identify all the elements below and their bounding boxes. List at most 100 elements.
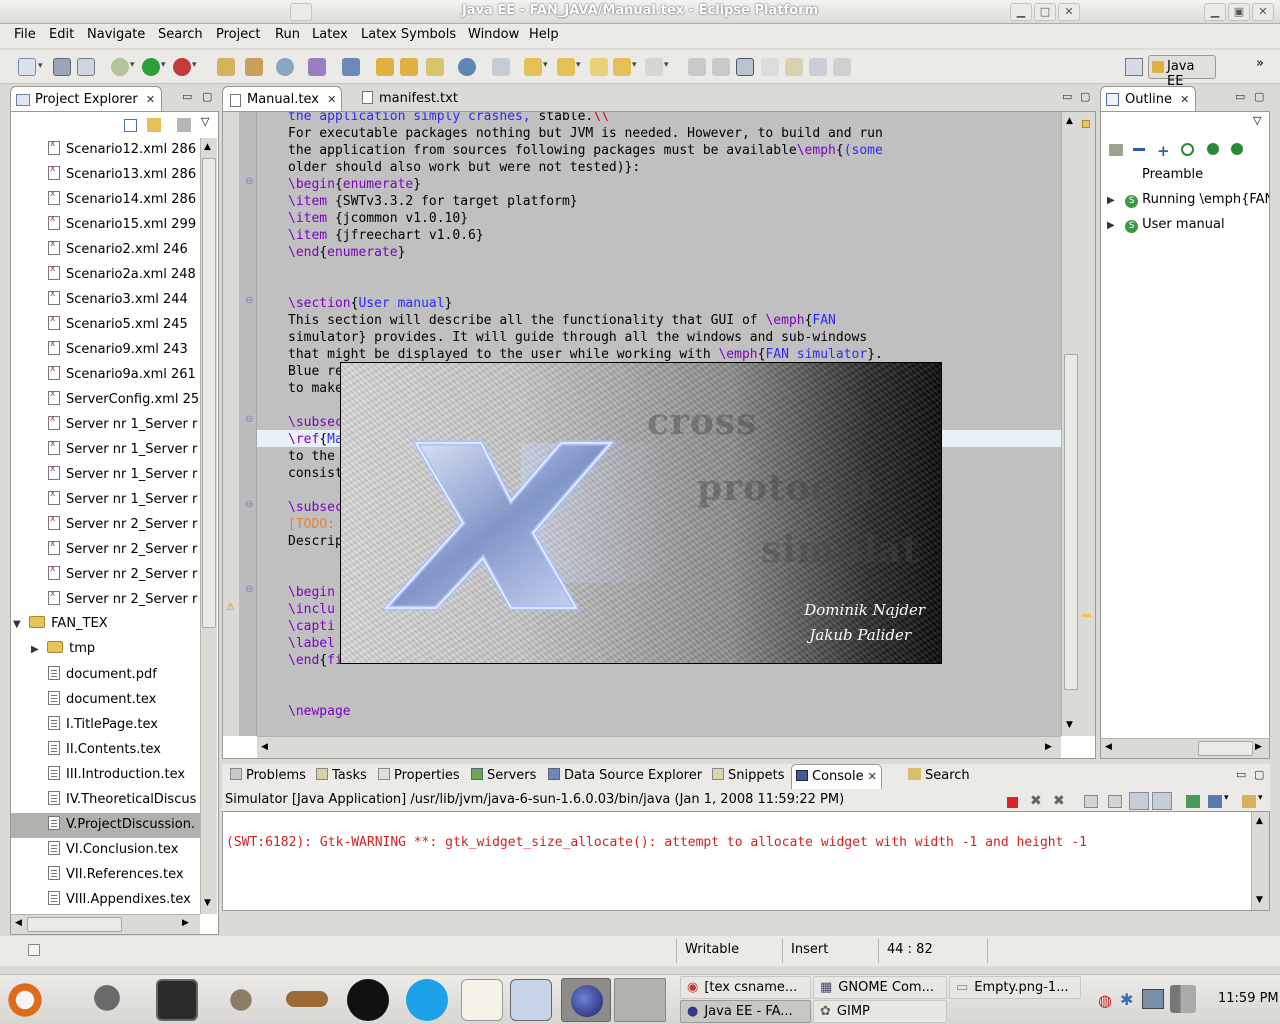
search-icon[interactable] — [492, 58, 510, 76]
scroll-up-icon[interactable]: ▲ — [1066, 116, 1073, 126]
code-line[interactable]: This section will describe all the funct… — [288, 313, 836, 330]
code-line[interactable]: \item {jcommon v1.0.10} — [288, 211, 468, 228]
eclipse-launcher[interactable] — [561, 978, 611, 1022]
code-line[interactable]: Descrip — [288, 534, 343, 551]
open-project-icon[interactable] — [400, 58, 418, 76]
fast-view-icon[interactable] — [28, 944, 40, 956]
editor-vertical-scrollbar[interactable]: ▲ ▼ — [1061, 112, 1079, 736]
tree-item-file[interactable]: Server nr 2_Server r — [48, 563, 201, 588]
close-icon[interactable]: ✕ — [868, 770, 877, 783]
tree-vertical-scrollbar[interactable]: ▲ ▼ — [200, 138, 217, 914]
save-icon[interactable] — [53, 58, 71, 76]
console-vertical-scrollbar[interactable]: ▲ ▼ — [1251, 812, 1269, 910]
collapse-icon[interactable] — [1133, 148, 1145, 151]
close-icon[interactable]: ✕ — [327, 93, 336, 106]
skype-icon[interactable] — [406, 979, 448, 1021]
menu-latex[interactable]: Latex — [312, 27, 348, 42]
scroll-left-icon[interactable]: ◀ — [261, 742, 268, 752]
clock[interactable]: 11:59 PM — [1218, 991, 1279, 1006]
menu-run[interactable]: Run — [275, 27, 300, 42]
tree-item-file[interactable]: ServerConfig.xml 25 — [48, 388, 201, 413]
code-line[interactable]: consist — [288, 466, 343, 483]
print-icon[interactable] — [77, 58, 95, 76]
link-with-editor-icon[interactable] — [147, 118, 161, 132]
tree-item-file[interactable]: Server nr 2_Server r — [48, 538, 201, 563]
expand-icon[interactable]: ▶ — [31, 644, 43, 655]
minimize-icon[interactable]: ▁ — [1010, 3, 1032, 21]
minimize-view-icon[interactable]: ▭ — [1236, 768, 1246, 781]
tree-horizontal-scrollbar[interactable]: ◀ ▶ — [11, 914, 200, 934]
close-icon[interactable]: ✕ — [1180, 93, 1189, 106]
back-icon[interactable] — [613, 58, 637, 76]
outline-horizontal-scrollbar[interactable]: ◀ ▶ — [1101, 738, 1269, 758]
task-empty-png[interactable]: ▭ Empty.png-1... — [949, 976, 1081, 999]
tree-item-file[interactable]: Scenario15.xml 299 — [48, 213, 201, 238]
outline-item-running[interactable]: ▶ S Running \emph{FAN — [1107, 192, 1269, 208]
code-line[interactable]: \ref{Ma — [288, 432, 343, 449]
tree-item-file[interactable]: Scenario5.xml 245 — [48, 313, 201, 338]
minimize-view-icon[interactable]: ▭ — [1062, 90, 1072, 103]
tab-problems[interactable]: Problems — [226, 764, 310, 788]
open-perspective-icon[interactable] — [1125, 58, 1143, 76]
code-line[interactable]: the application simply crashes, stable.\… — [288, 112, 609, 126]
outline-item-user-manual[interactable]: ▶ S User manual — [1107, 217, 1225, 233]
tab-console[interactable]: Console ✕ — [791, 764, 882, 789]
latex-pdf-icon[interactable] — [785, 58, 803, 76]
fold-icon[interactable]: ⊖ — [245, 295, 253, 306]
sort-icon[interactable] — [1181, 143, 1194, 156]
menu-window[interactable]: Window — [468, 27, 519, 42]
chevron-down-icon[interactable]: ▾ — [1224, 793, 1229, 803]
terminate-icon[interactable] — [1007, 797, 1018, 808]
run-icon[interactable] — [142, 58, 166, 76]
outer-minimize-icon[interactable]: ▁ — [1204, 3, 1226, 21]
tree-item-file[interactable]: Server nr 2_Server r — [48, 588, 201, 613]
show-stdout-icon[interactable] — [1129, 792, 1149, 810]
tree-item-file[interactable]: Scenario14.xml 286 — [48, 188, 201, 213]
maximize-view-icon[interactable]: ▢ — [1080, 90, 1090, 103]
web-browser-icon[interactable] — [458, 58, 476, 76]
expand-icon[interactable]: + — [1157, 142, 1170, 160]
latex-preview-icon[interactable] — [809, 58, 827, 76]
tab-properties[interactable]: Properties — [374, 764, 464, 788]
task-java-ee[interactable]: ● Java EE - FA... — [680, 1000, 811, 1023]
ubuntu-menu-icon[interactable] — [4, 979, 46, 1021]
latex-number-icon[interactable] — [761, 58, 779, 76]
tab-outline[interactable]: Outline ✕ — [1100, 86, 1196, 112]
pin-console-icon[interactable] — [1186, 795, 1200, 808]
task-tex-csname[interactable]: ◉ [tex csname... — [680, 976, 811, 999]
code-line[interactable]: the application from sources following p… — [288, 143, 883, 160]
tree-item-file[interactable]: VI.Conclusion.tex — [48, 838, 201, 863]
code-line[interactable]: For executable packages nothing but JVM … — [288, 126, 883, 143]
wood-tool-icon[interactable] — [286, 991, 328, 1007]
code-line[interactable]: older should also work but were not test… — [288, 160, 640, 177]
build-icon[interactable] — [245, 58, 263, 76]
code-line[interactable]: \end{enumerate} — [288, 245, 405, 262]
tree-item-file[interactable]: Scenario3.xml 244 — [48, 288, 201, 313]
code-line[interactable]: Blue re — [288, 364, 343, 381]
tab-manual-tex[interactable]: Manual.tex ✕ — [222, 86, 342, 112]
open-console-icon[interactable] — [1242, 795, 1256, 808]
tab-tasks[interactable]: Tasks — [312, 764, 371, 788]
close-icon[interactable]: ✕ — [1058, 3, 1080, 21]
refresh-icon[interactable] — [276, 58, 294, 76]
tree-item-file[interactable]: Server nr 2_Server r — [48, 513, 201, 538]
open-folder-icon[interactable] — [376, 58, 394, 76]
text-editor-icon[interactable] — [461, 979, 503, 1021]
code-line[interactable]: \subsec — [288, 500, 343, 517]
tree-item-file[interactable]: V.ProjectDiscussion. — [11, 813, 201, 838]
display-console-icon[interactable] — [1208, 795, 1222, 808]
code-line[interactable]: \inclu — [288, 602, 335, 619]
link-icon[interactable] — [1109, 144, 1123, 156]
code-line[interactable]: to the — [288, 449, 335, 466]
tree-item-file[interactable]: Scenario9.xml 243 — [48, 338, 201, 363]
gnome-foot-icon[interactable] — [86, 979, 128, 1021]
black-circle-icon[interactable] — [347, 979, 389, 1021]
task-gnome-commander[interactable]: ▦ GNOME Com... — [813, 976, 947, 999]
overview-marker-icon[interactable] — [1082, 120, 1090, 128]
menu-search[interactable]: Search — [158, 27, 203, 42]
tree-item-file[interactable]: III.Introduction.tex — [48, 763, 201, 788]
scroll-down-icon[interactable]: ▼ — [204, 898, 211, 908]
network-icon[interactable] — [1142, 989, 1164, 1009]
editor-horizontal-scrollbar[interactable]: ◀ ▶ — [257, 736, 1061, 758]
tree-item-file[interactable]: Server nr 1_Server r — [48, 488, 201, 513]
